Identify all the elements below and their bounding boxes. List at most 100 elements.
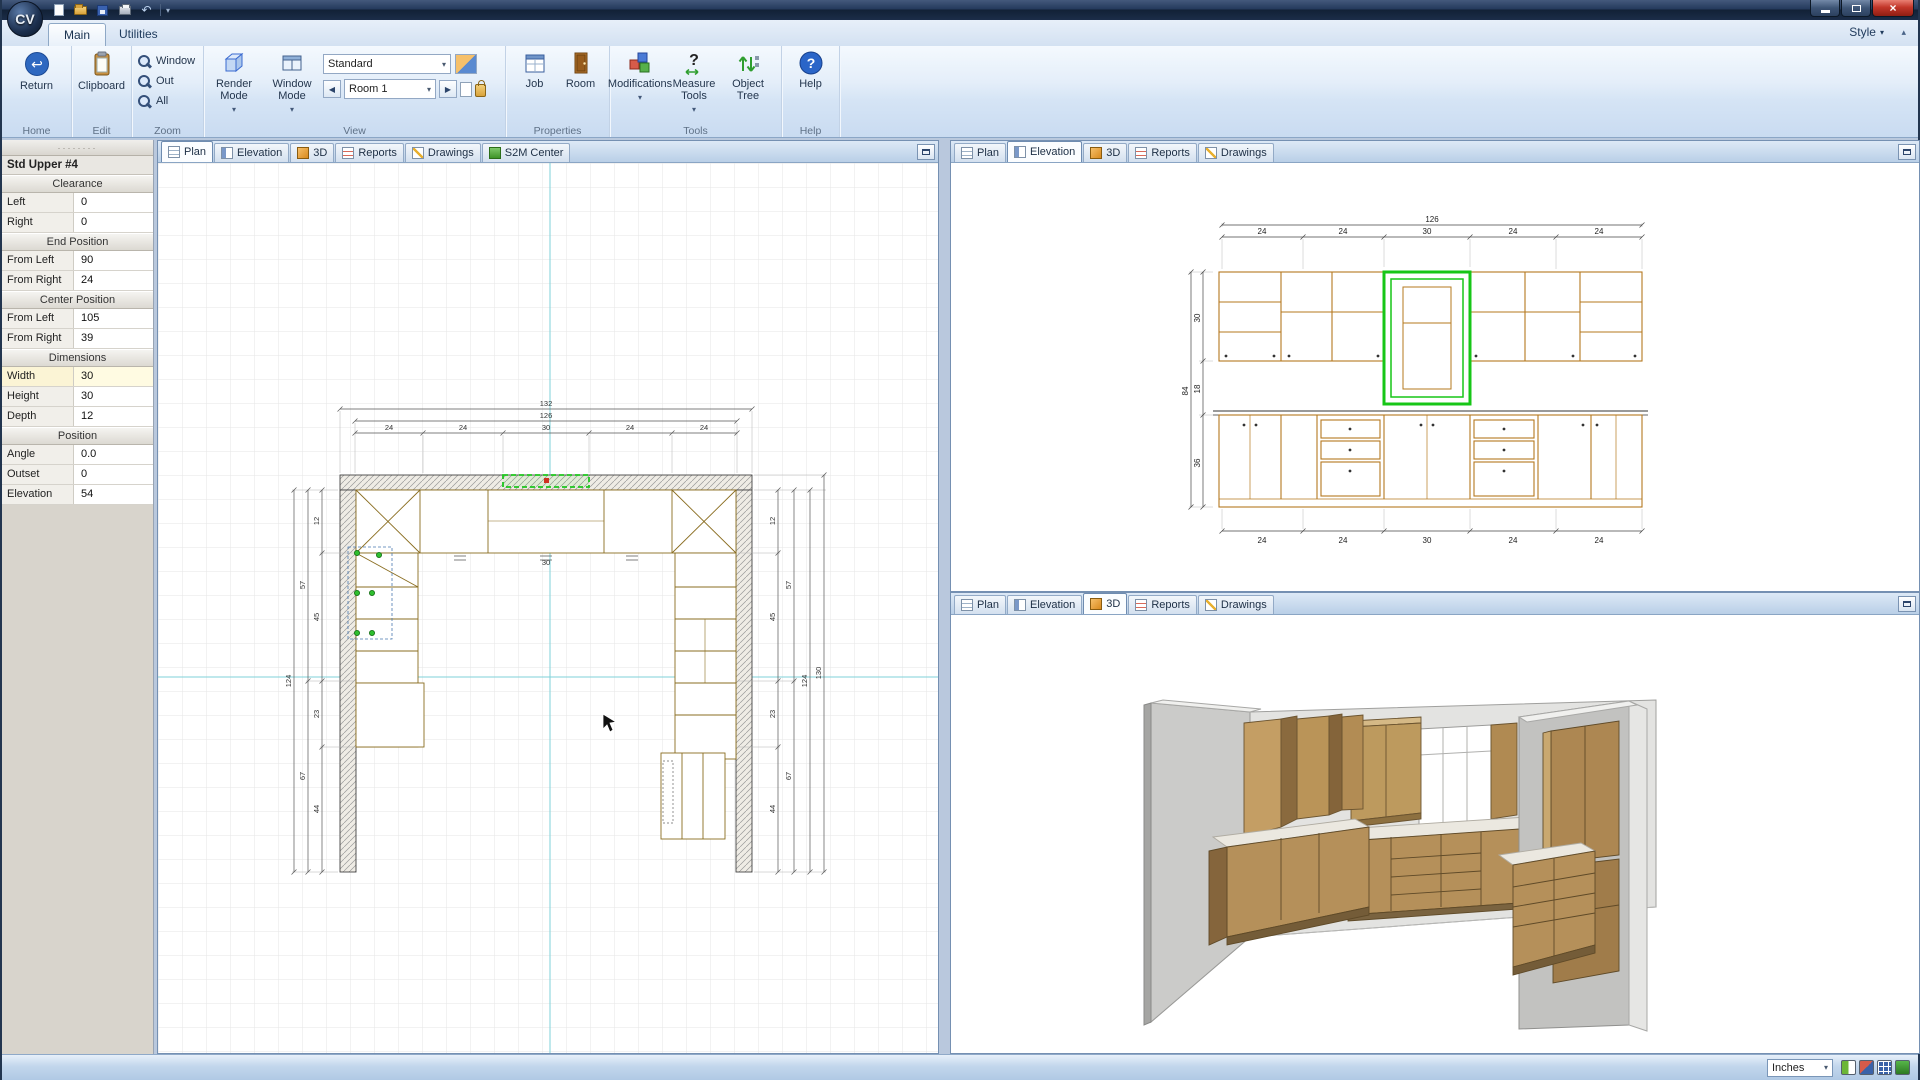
property-value[interactable]: 0	[74, 193, 153, 212]
style-palette-icon[interactable]	[455, 54, 477, 74]
minimize-button[interactable]	[1810, 0, 1840, 17]
render-style-select[interactable]: Standard ▾	[323, 54, 451, 74]
ribbon-collapse-icon[interactable]: ▴	[1901, 27, 1906, 38]
save-icon[interactable]	[94, 3, 111, 18]
zoom-all-label: All	[156, 95, 169, 107]
status-toolbar-icon-2[interactable]	[1859, 1060, 1874, 1075]
peninsula-3d[interactable]	[1497, 842, 1597, 976]
panel-grip[interactable]: ········	[2, 140, 153, 156]
units-value: Inches	[1772, 1061, 1805, 1074]
tab-elevation[interactable]: Elevation	[1007, 141, 1083, 162]
property-value[interactable]: 90	[74, 251, 153, 270]
property-value[interactable]: 0	[74, 465, 153, 484]
three-d-render[interactable]	[951, 615, 1919, 1053]
ribbon-group-view: Render Mode ▾ Window Mode ▾ Standard ▾ ◀ Ro…	[204, 46, 506, 137]
next-room-button[interactable]: ▶	[439, 80, 457, 98]
base-cabinets-3d[interactable]	[1342, 816, 1528, 922]
tab-reports[interactable]: Reports	[1128, 143, 1197, 162]
plan-drawing[interactable]: 132 126 24 24 30 24 24 124 57 67 12 45 2…	[158, 163, 938, 1053]
modifications-button[interactable]: Modifications ▾	[608, 48, 672, 104]
section-header-end-position: End Position	[2, 233, 153, 251]
ribbon-tab-utilities[interactable]: Utilities	[104, 23, 173, 46]
elevation-canvas[interactable]: 126 24 24 30 24 24 30 18 36 84 24 24 30 …	[951, 163, 1919, 591]
job-button[interactable]: Job	[512, 48, 558, 90]
svg-text:23: 23	[768, 710, 777, 718]
close-button[interactable]: ×	[1872, 0, 1914, 17]
room-select[interactable]: Room 1 ▾	[344, 79, 436, 99]
zoom-window-button[interactable]: Window	[135, 52, 197, 70]
three-d-canvas[interactable]	[951, 615, 1919, 1053]
tab-drawings[interactable]: Drawings	[1197, 595, 1274, 614]
selected-cabinet[interactable]	[1382, 270, 1472, 406]
tab-reports[interactable]: Reports	[1128, 595, 1197, 614]
previous-room-button[interactable]: ◀	[323, 80, 341, 98]
render-mode-button[interactable]: Render Mode ▾	[207, 48, 261, 116]
status-toolbar-icon-3[interactable]	[1877, 1060, 1892, 1075]
tab-drawings[interactable]: Drawings	[404, 143, 481, 162]
svg-text:30: 30	[1423, 227, 1432, 236]
new-page-icon[interactable]	[50, 3, 67, 18]
maximize-button[interactable]	[1841, 0, 1871, 17]
tab-3d[interactable]: 3D	[290, 143, 335, 162]
open-folder-icon[interactable]	[72, 3, 89, 18]
render-mode-label: Render Mode	[215, 78, 253, 102]
viewport-maximize-button[interactable]	[917, 144, 935, 160]
style-button[interactable]: Style ▾	[1849, 25, 1884, 39]
return-button[interactable]: ↩ Return	[10, 48, 64, 92]
status-toolbar-icon-1[interactable]	[1841, 1060, 1856, 1075]
viewport-maximize-button[interactable]	[1898, 144, 1916, 160]
cube-3d-icon	[297, 147, 310, 159]
property-value[interactable]: 30	[74, 367, 153, 386]
lock-icon[interactable]	[475, 79, 486, 97]
help-button[interactable]: ? Help	[789, 48, 833, 90]
print-icon[interactable]	[116, 3, 133, 18]
tab-elevation[interactable]: Elevation	[214, 143, 290, 162]
property-value[interactable]: 0.0	[74, 445, 153, 464]
property-value[interactable]: 30	[74, 387, 153, 406]
status-bar: Inches ▾	[2, 1054, 1918, 1080]
object-tree-button[interactable]: Object Tree	[721, 48, 775, 102]
status-toolbar-icon-4[interactable]	[1895, 1060, 1910, 1075]
page-icon[interactable]	[460, 81, 472, 97]
property-value[interactable]: 12	[74, 407, 153, 426]
tab-plan[interactable]: Plan	[954, 595, 1007, 614]
elevation-drawing[interactable]: 126 24 24 30 24 24 30 18 36 84 24 24 30 …	[951, 163, 1919, 591]
drawings-icon	[1204, 147, 1217, 159]
property-row: From Left 105	[2, 309, 153, 329]
units-select[interactable]: Inches ▾	[1767, 1058, 1833, 1077]
tab-reports[interactable]: Reports	[335, 143, 404, 162]
elevation-icon	[221, 147, 234, 159]
tab-3d[interactable]: 3D	[1083, 143, 1128, 162]
tab-s2m-center[interactable]: S2M Center	[481, 143, 571, 162]
ribbon-group-edit: Clipboard Edit	[72, 46, 132, 137]
window-mode-button[interactable]: Window Mode ▾	[265, 48, 319, 116]
tab-plan[interactable]: Plan	[161, 141, 214, 162]
tab-elevation[interactable]: Elevation	[1007, 595, 1083, 614]
ribbon-tab-main[interactable]: Main	[48, 23, 107, 46]
zoom-out-button[interactable]: Out	[135, 72, 197, 90]
property-value[interactable]: 54	[74, 485, 153, 504]
plan-viewport: Plan Elevation 3D Reports Drawings S2M C…	[157, 140, 939, 1054]
modifications-icon	[629, 52, 650, 73]
tab-3d[interactable]: 3D	[1083, 593, 1128, 614]
measure-tools-button[interactable]: ? Measure Tools ▾	[667, 48, 721, 116]
object-tree-icon	[738, 56, 759, 72]
window-mode-icon	[282, 55, 302, 71]
tab-drawings[interactable]: Drawings	[1197, 143, 1274, 162]
clipboard-button[interactable]: Clipboard	[75, 48, 128, 92]
property-value[interactable]: 39	[74, 329, 153, 348]
quick-access-dropdown-icon[interactable]: ▾	[166, 6, 170, 15]
plan-canvas[interactable]: 132 126 24 24 30 24 24 124 57 67 12 45 2…	[158, 163, 938, 1053]
app-logo[interactable]: CV	[7, 1, 43, 37]
property-value[interactable]: 24	[74, 271, 153, 290]
property-value[interactable]: 105	[74, 309, 153, 328]
room-button[interactable]: Room	[558, 48, 604, 90]
svg-text:67: 67	[784, 772, 793, 780]
tab-plan[interactable]: Plan	[954, 143, 1007, 162]
property-label: Depth	[2, 407, 74, 426]
undo-icon[interactable]: ↶	[138, 3, 155, 18]
property-value[interactable]: 0	[74, 213, 153, 232]
zoom-all-button[interactable]: All	[135, 92, 197, 110]
zoom-out-icon	[137, 74, 152, 89]
viewport-maximize-button[interactable]	[1898, 596, 1916, 612]
